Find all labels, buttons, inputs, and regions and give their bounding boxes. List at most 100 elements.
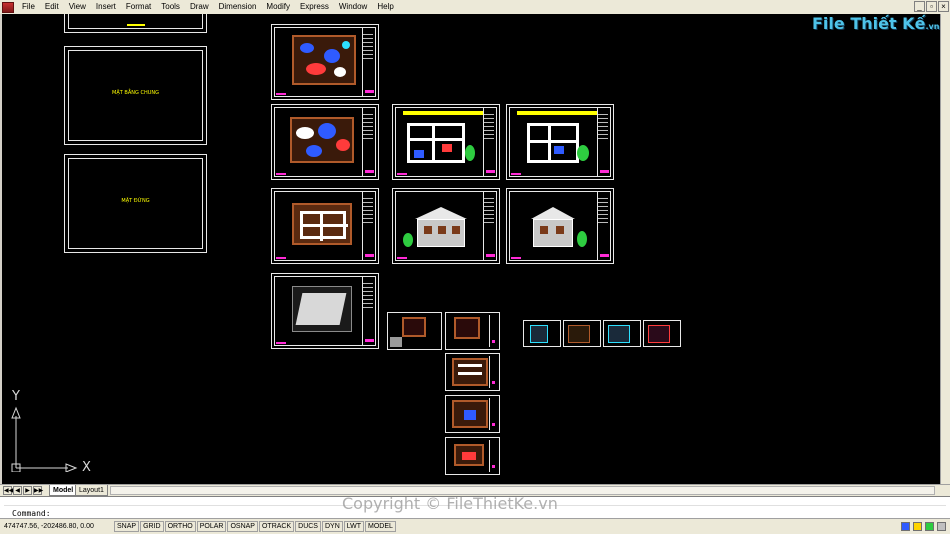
section-drawing: [527, 123, 579, 163]
first-tab-button[interactable]: ◀◀: [3, 486, 13, 495]
title-block: [489, 315, 497, 347]
menu-format[interactable]: Format: [121, 0, 156, 14]
last-tab-button[interactable]: ▶▶: [33, 486, 43, 495]
sheet-stamp: [397, 173, 407, 175]
sheet-small-detail-3[interactable]: [603, 320, 641, 347]
blank-sheet-top[interactable]: [64, 14, 207, 33]
sheet-small-detail-1[interactable]: [523, 320, 561, 347]
sheet-foundation-plan[interactable]: [271, 188, 379, 264]
sheet-section-2[interactable]: [506, 104, 614, 180]
detail-stair: [390, 337, 402, 347]
title-block: [483, 191, 497, 261]
menu-window[interactable]: Window: [334, 0, 372, 14]
detail-drawing: [452, 358, 488, 386]
menu-file[interactable]: File: [17, 0, 40, 14]
minimize-button[interactable]: _: [914, 1, 925, 12]
title-block: [489, 398, 497, 430]
detail-drawing: [648, 325, 670, 343]
sheet-floor-plan-2[interactable]: [271, 104, 379, 180]
communication-icon[interactable]: [901, 522, 910, 531]
command-window[interactable]: Command: Copyright © FileThietKe.vn: [0, 494, 950, 518]
tray-settings-icon[interactable]: [925, 522, 934, 531]
osnap-toggle[interactable]: OSNAP: [227, 521, 258, 532]
close-button[interactable]: ×: [938, 1, 949, 12]
tab-layout1[interactable]: Layout1: [75, 485, 108, 496]
ucs-y-label: Y: [12, 389, 20, 404]
sheet-stamp: [276, 342, 286, 344]
status-bar: 474747.56, -202486.80, 0.00 SNAP GRID OR…: [0, 518, 950, 534]
floor-plan-drawing: [290, 117, 354, 163]
dyn-toggle[interactable]: DYN: [321, 521, 343, 532]
tree-symbol: [577, 145, 589, 161]
elevation-drawing: [533, 219, 573, 247]
lock-icon[interactable]: [913, 522, 922, 531]
blank-sheet-elevation[interactable]: MẶT ĐỨNG: [64, 154, 207, 253]
roof-profile: [415, 207, 467, 219]
filethietke-logo: File Thiết Kế.vn: [812, 14, 939, 44]
sheet-stamp: [276, 173, 286, 175]
sheet-small-detail-2[interactable]: [563, 320, 601, 347]
menu-dimension[interactable]: Dimension: [214, 0, 262, 14]
clean-screen-icon[interactable]: [937, 522, 946, 531]
detail-drawing: [452, 400, 488, 428]
lwt-toggle[interactable]: LWT: [343, 521, 365, 532]
sheet-elevation-front[interactable]: [392, 188, 500, 264]
polar-toggle[interactable]: POLAR: [196, 521, 227, 532]
menu-view[interactable]: View: [64, 0, 91, 14]
section-drawing: [407, 123, 465, 163]
roof-profile: [531, 207, 575, 219]
next-tab-button[interactable]: ▶: [23, 486, 32, 495]
restore-button[interactable]: ▫: [926, 1, 937, 12]
ucs-icon: [11, 406, 78, 472]
drawing-canvas[interactable]: MẶT BẰNG CHUNG MẶT ĐỨNG Y X: [2, 14, 940, 484]
window-controls: _ ▫ ×: [914, 1, 949, 12]
copyright-watermark: Copyright © FileThietKe.vn: [342, 494, 558, 513]
sheet-roof-plan[interactable]: [271, 273, 379, 349]
menu-express[interactable]: Express: [295, 0, 334, 14]
sheet-detail-4[interactable]: [445, 395, 500, 433]
menu-modify[interactable]: Modify: [261, 0, 295, 14]
sheet-stamp: [276, 93, 286, 95]
grid-toggle[interactable]: GRID: [140, 521, 164, 532]
sheet-elevation-side[interactable]: [506, 188, 614, 264]
sheet-section-1[interactable]: [392, 104, 500, 180]
menu-insert[interactable]: Insert: [91, 0, 121, 14]
detail-drawing: [402, 317, 426, 337]
logo-suffix: .vn: [925, 22, 940, 31]
sheet-floor-plan-1[interactable]: [271, 24, 379, 100]
title-block: [597, 191, 611, 261]
tab-model[interactable]: Model: [49, 485, 78, 496]
title-block: [483, 107, 497, 177]
ortho-toggle[interactable]: ORTHO: [164, 521, 196, 532]
ducs-toggle[interactable]: DUCS: [295, 521, 321, 532]
status-tray: [901, 522, 946, 531]
sheet-detail-1[interactable]: [387, 312, 442, 350]
blank-sheet-site-plan[interactable]: MẶT BẰNG CHUNG: [64, 46, 207, 145]
sheet-stamp: [511, 173, 521, 175]
menu-tools[interactable]: Tools: [156, 0, 185, 14]
menu-draw[interactable]: Draw: [185, 0, 214, 14]
prev-tab-button[interactable]: ◀: [13, 486, 22, 495]
section-dims: [517, 111, 597, 115]
detail-drawing: [530, 325, 548, 343]
sheet-detail-2[interactable]: [445, 312, 500, 350]
menu-help[interactable]: Help: [372, 0, 398, 14]
title-block: [362, 191, 376, 261]
sheet-detail-3[interactable]: [445, 353, 500, 391]
vertical-scrollbar[interactable]: [940, 14, 950, 484]
ucs-x-label: X: [82, 460, 91, 475]
otrack-toggle[interactable]: OTRACK: [258, 521, 295, 532]
floor-plan-drawing: [292, 35, 356, 85]
sheet-small-detail-4[interactable]: [643, 320, 681, 347]
detail-drawing: [568, 325, 590, 343]
command-prompt[interactable]: Command:: [12, 509, 51, 518]
autocad-app-icon[interactable]: [2, 1, 14, 13]
title-block: [597, 107, 611, 177]
sheet-detail-5[interactable]: [445, 437, 500, 475]
sheet-border: [68, 14, 203, 29]
sheet-stamp: [511, 257, 521, 259]
logo-text: File Thiết Kế: [812, 14, 926, 33]
snap-toggle[interactable]: SNAP: [114, 521, 140, 532]
model-toggle[interactable]: MODEL: [365, 521, 396, 532]
menu-edit[interactable]: Edit: [40, 0, 64, 14]
